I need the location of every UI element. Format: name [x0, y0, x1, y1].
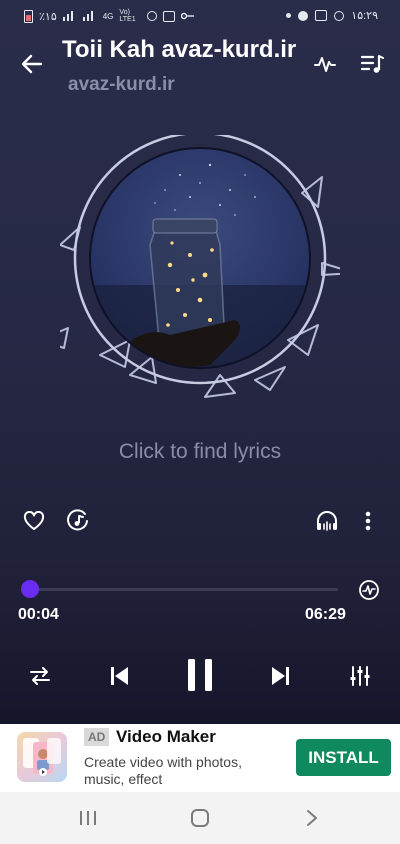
notification-dot-icon: [286, 13, 292, 18]
recent-apps-button[interactable]: [74, 804, 102, 832]
heart-icon: [23, 511, 45, 530]
ad-install-button[interactable]: INSTALL: [296, 739, 391, 776]
current-time: 00:04: [18, 606, 59, 623]
home-icon: [191, 809, 209, 827]
more-options-button[interactable]: [356, 507, 380, 535]
play-pause-button[interactable]: [180, 654, 220, 696]
gallery-icon: [315, 10, 328, 21]
battery-icon: [24, 9, 33, 23]
lock-icon: [163, 10, 176, 22]
album-artwork[interactable]: [11, 131, 399, 405]
favorite-button[interactable]: [20, 508, 48, 534]
signal-icon: [62, 11, 73, 21]
back-nav-button[interactable]: [298, 804, 326, 832]
next-icon: [272, 667, 289, 685]
network-type: 4G: [102, 11, 114, 21]
seek-bar[interactable]: [30, 588, 338, 591]
ad-badge: AD: [84, 728, 110, 746]
previous-icon: [111, 667, 128, 685]
facebook-icon: [298, 10, 309, 21]
battery-text: ٪۱۵: [39, 10, 57, 23]
ad-app-icon[interactable]: [17, 732, 67, 782]
seek-thumb[interactable]: [21, 580, 39, 598]
signal-icon-2: [82, 11, 93, 21]
key-icon: [181, 12, 195, 20]
chevron-right-icon: [307, 810, 317, 826]
pause-icon: [188, 659, 212, 691]
artist-name: avaz-kurd.ir: [68, 74, 175, 95]
speed-wave-icon: [359, 580, 379, 600]
ad-title[interactable]: Video Maker: [116, 727, 216, 747]
total-time: 06:29: [305, 606, 346, 623]
status-left: ٪۱۵ 4G Vo) LTE1: [24, 9, 195, 23]
back-button[interactable]: [18, 50, 46, 78]
next-button[interactable]: [264, 660, 296, 692]
repeat-icon: [30, 667, 50, 685]
status-right: ۱۵:۲۹: [286, 9, 378, 22]
playlist-button[interactable]: [358, 50, 386, 78]
recent-apps-icon: [80, 811, 96, 825]
status-time: ۱۵:۲۹: [351, 10, 378, 22]
data-saver-icon: [334, 10, 345, 21]
alarm-icon: [147, 11, 158, 21]
repeat-button[interactable]: [26, 662, 54, 690]
previous-button[interactable]: [104, 660, 136, 692]
ad-description: Create video with photos, music, effect: [84, 754, 242, 787]
lte-label: Vo) LTE1: [119, 9, 136, 23]
equalizer-icon: [350, 666, 370, 686]
speed-button[interactable]: [356, 577, 382, 603]
audio-effects-button[interactable]: [313, 507, 341, 535]
headphones-eq-icon: [317, 511, 337, 531]
waveform-icon: [314, 57, 336, 72]
song-title: Toii Kah avaz-kurd.ir: [62, 36, 297, 63]
status-bar: ٪۱۵ 4G Vo) LTE1 ۱۵:۲۹: [0, 0, 400, 32]
more-vert-icon: [365, 511, 371, 531]
find-lyrics-button[interactable]: Click to find lyrics: [0, 440, 400, 464]
disc-note-icon: [67, 509, 88, 531]
home-button[interactable]: [185, 804, 215, 832]
equalizer-button[interactable]: [346, 662, 374, 690]
ad-banner[interactable]: AD Video Maker Create video with photos,…: [0, 724, 400, 792]
system-navigation-bar: [0, 792, 400, 844]
ringtone-button[interactable]: [64, 507, 92, 535]
album-art-graphic: [11, 131, 399, 398]
visualizer-button[interactable]: [312, 52, 338, 76]
back-arrow-icon: [21, 54, 43, 74]
playlist-icon: [360, 55, 384, 73]
video-maker-app-icon: [23, 738, 61, 776]
